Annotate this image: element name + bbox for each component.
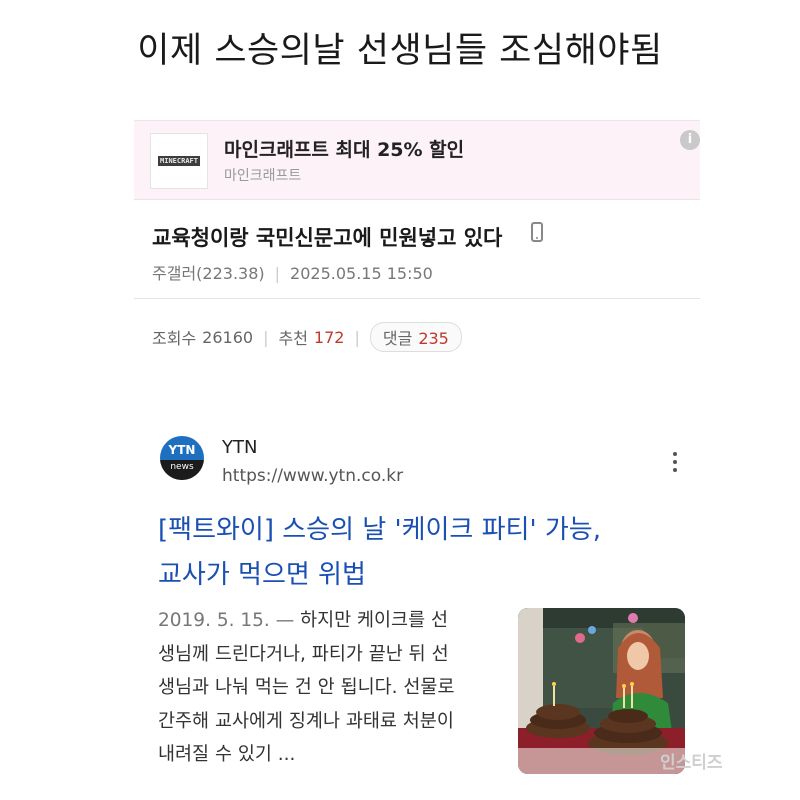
ad-banner[interactable]: MINECRAFT 마인크래프트 최대 25% 할인 마인크래프트 i	[134, 120, 700, 200]
ytn-logo: YTN news	[160, 436, 204, 480]
watermark: 인스티즈	[660, 753, 723, 773]
search-result-snippet: 2019. 5. 15. — 하지만 케이크를 선 생님께 드린다거나, 파티가…	[158, 604, 503, 772]
ad-title[interactable]: 마인크래프트 최대 25% 할인	[224, 135, 464, 162]
divider	[134, 298, 700, 299]
info-icon[interactable]: i	[680, 130, 700, 150]
source-name[interactable]: YTN	[222, 437, 257, 458]
likes-label: 추천	[278, 329, 308, 348]
source-url[interactable]: https://www.ytn.co.kr	[222, 466, 403, 486]
ad-advertiser: 마인크래프트	[224, 168, 302, 184]
snippet-line: 생님과 나눠 먹는 건 안 됩니다. 선물로	[158, 677, 455, 698]
stats-separator: |	[263, 327, 269, 347]
ytn-logo-subtext: news	[160, 460, 204, 480]
stats-separator: |	[354, 327, 360, 347]
result-title-line[interactable]: 교사가 먹으면 위법	[158, 553, 678, 598]
snippet-line: 2019. 5. 15. — 하지만 케이크를 선	[158, 604, 503, 638]
phone-icon	[531, 222, 543, 242]
post-headline: 이제 스승의날 선생님들 조심해야됨	[137, 31, 663, 71]
comments-label: 댓글	[382, 329, 413, 348]
ytn-logo-text: YTN	[168, 443, 196, 457]
more-vertical-icon[interactable]	[670, 450, 680, 474]
snippet-line: 생님께 드린다거나, 파티가 끝난 뒤 선	[158, 643, 449, 665]
snippet-text: 하지만 케이크를 선	[300, 610, 448, 631]
date-separator: —	[275, 610, 295, 631]
snippet-line: 내려질 수 있기 ...	[158, 744, 296, 765]
post-meta: 주갤러(223.38) | 2025.05.15 15:50	[152, 260, 433, 284]
result-title-line[interactable]: [팩트와이] 스승의 날 '케이크 파티' 가능,	[158, 508, 678, 553]
comments-count: 235	[418, 329, 449, 348]
post-datetime: 2025.05.15 15:50	[290, 264, 433, 283]
meta-separator: |	[274, 264, 281, 283]
post-title[interactable]: 교육청이랑 국민신문고에 민원넣고 있다	[152, 222, 502, 252]
result-date: 2019. 5. 15.	[158, 610, 270, 631]
post-stats: 조회수 26160 | 추천 172 | 댓글 235	[152, 322, 462, 352]
views-count: 26160	[202, 327, 254, 347]
minecraft-logo-text: MINECRAFT	[158, 156, 200, 166]
minecraft-logo: MINECRAFT	[150, 133, 208, 189]
search-result-title[interactable]: [팩트와이] 스승의 날 '케이크 파티' 가능, 교사가 먹으면 위법	[158, 508, 678, 598]
comments-button[interactable]: 댓글 235	[369, 322, 462, 352]
post-author[interactable]: 주갤러(223.38)	[152, 264, 265, 283]
views-label: 조회수	[152, 329, 197, 348]
likes-count: 172	[313, 327, 345, 347]
snippet-line: 간주해 교사에게 징계나 과태료 처분이	[158, 710, 454, 732]
